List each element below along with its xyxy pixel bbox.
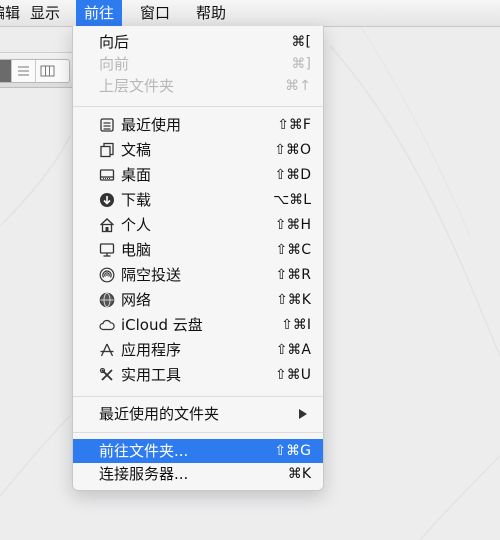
go-menu-dropdown: 向后 ⌘[ 向前 ⌘] 上层文件夹 ⌘↑ 最近使用 ⇧⌘F 文稿 ⇧⌘O 桌面 … xyxy=(72,26,324,491)
menu-item-label: 前往文件夹... xyxy=(99,442,189,460)
menu-item-label: 应用程序 xyxy=(121,341,182,359)
menu-item-recents[interactable]: 最近使用 ⇧⌘F xyxy=(73,113,323,137)
menu-item-home[interactable]: 个人 ⇧⌘H xyxy=(73,213,323,237)
shortcut-label: ⇧⌘D xyxy=(274,167,311,183)
documents-icon xyxy=(99,142,115,158)
menu-item-icloud-drive[interactable]: iCloud 云盘 ⇧⌘I xyxy=(73,313,323,337)
menu-item-label: 实用工具 xyxy=(121,366,182,384)
menu-help[interactable]: 帮助 xyxy=(188,0,234,26)
applications-icon xyxy=(99,342,115,358)
submenu-arrow-icon xyxy=(299,409,307,419)
shortcut-label: ⇧⌘R xyxy=(275,267,311,283)
menu-item-label: iCloud 云盘 xyxy=(121,316,203,334)
network-icon xyxy=(99,292,115,308)
menu-go[interactable]: 前往 xyxy=(76,0,123,26)
menu-item-label: 下载 xyxy=(121,191,152,209)
column-view-button[interactable] xyxy=(35,60,59,82)
menu-item-label: 连接服务器... xyxy=(99,465,189,483)
menu-item-network[interactable]: 网络 ⇧⌘K xyxy=(73,288,323,312)
computer-icon xyxy=(99,242,115,258)
menu-item-utilities[interactable]: 实用工具 ⇧⌘U xyxy=(73,363,323,387)
menu-item-go-to-folder[interactable]: 前往文件夹... ⇧⌘G xyxy=(73,439,323,463)
icon-view-button[interactable] xyxy=(0,60,11,82)
shortcut-label: ⌘↑ xyxy=(285,78,311,94)
menu-item-label: 最近使用的文件夹 xyxy=(99,405,220,423)
shortcut-label: ⌘K xyxy=(287,466,311,482)
view-mode-segmented-control[interactable] xyxy=(0,59,70,83)
menu-item-documents[interactable]: 文稿 ⇧⌘O xyxy=(73,138,323,162)
downloads-icon xyxy=(99,192,115,208)
menu-item-label: 网络 xyxy=(121,291,152,309)
finder-toolbar xyxy=(0,52,80,88)
shortcut-label: ⌥⌘L xyxy=(273,192,311,208)
menu-view[interactable]: 显示 xyxy=(22,0,68,26)
menu-item-forward: 向前 ⌘] xyxy=(73,52,323,76)
recents-icon xyxy=(99,117,115,133)
shortcut-label: ⇧⌘H xyxy=(274,217,311,233)
menu-separator xyxy=(73,106,323,107)
utilities-icon xyxy=(99,367,115,383)
menu-item-airdrop[interactable]: 隔空投送 ⇧⌘R xyxy=(73,263,323,287)
menu-item-back[interactable]: 向后 ⌘[ xyxy=(73,30,323,54)
shortcut-label: ⌘] xyxy=(291,56,311,72)
icloud-icon xyxy=(99,317,115,333)
shortcut-label: ⇧⌘O xyxy=(274,142,311,158)
menu-item-enclosing-folder: 上层文件夹 ⌘↑ xyxy=(73,74,323,98)
menu-separator xyxy=(73,396,323,397)
menu-item-label: 个人 xyxy=(121,216,152,234)
menu-item-applications[interactable]: 应用程序 ⇧⌘A xyxy=(73,338,323,362)
airdrop-icon xyxy=(99,267,115,283)
home-icon xyxy=(99,217,115,233)
menu-item-label: 最近使用 xyxy=(121,116,182,134)
menu-window[interactable]: 窗口 xyxy=(132,0,178,26)
shortcut-label: ⇧⌘K xyxy=(276,292,311,308)
shortcut-label: ⇧⌘G xyxy=(274,443,311,459)
list-view-button[interactable] xyxy=(11,60,35,82)
menu-item-connect-to-server[interactable]: 连接服务器... ⌘K xyxy=(73,462,323,486)
menu-item-label: 电脑 xyxy=(121,241,152,259)
menu-separator xyxy=(73,432,323,433)
desktop-icon xyxy=(99,167,115,183)
menu-item-computer[interactable]: 电脑 ⇧⌘C xyxy=(73,238,323,262)
shortcut-label: ⇧⌘U xyxy=(275,367,311,383)
shortcut-label: ⌘[ xyxy=(291,34,311,50)
menu-item-desktop[interactable]: 桌面 ⇧⌘D xyxy=(73,163,323,187)
shortcut-label: ⇧⌘A xyxy=(275,342,311,358)
shortcut-label: ⇧⌘C xyxy=(275,242,311,258)
list-view-icon xyxy=(18,66,29,76)
shortcut-label: ⇧⌘F xyxy=(277,117,311,133)
menu-item-label: 文稿 xyxy=(121,141,152,159)
menu-item-recent-folders[interactable]: 最近使用的文件夹 xyxy=(73,402,323,426)
menu-item-label: 向后 xyxy=(99,33,130,51)
menu-item-label: 隔空投送 xyxy=(121,266,182,284)
menu-item-label: 桌面 xyxy=(121,166,152,184)
menu-item-downloads[interactable]: 下载 ⌥⌘L xyxy=(73,188,323,212)
menu-item-label: 上层文件夹 xyxy=(99,77,175,95)
menu-item-label: 向前 xyxy=(99,55,130,73)
column-view-icon xyxy=(40,65,55,77)
menu-bar: 编辑 显示 前往 窗口 帮助 xyxy=(0,0,500,27)
shortcut-label: ⇧⌘I xyxy=(281,317,311,333)
